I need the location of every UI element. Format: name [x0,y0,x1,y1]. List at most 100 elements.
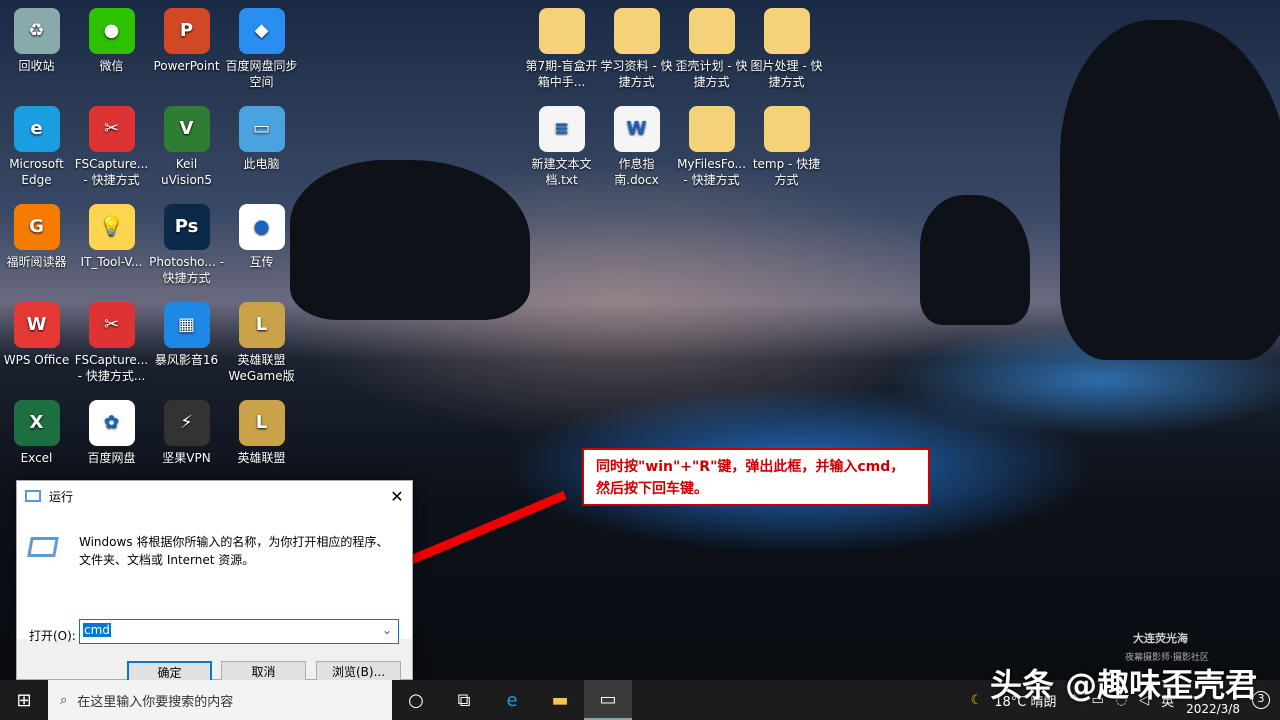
cortana-button[interactable]: ○ [392,680,440,720]
desktop-icon[interactable]: ⚡ 坚果VPN [149,398,224,466]
desktop-icon[interactable]: ✂ FSCapture... - 快捷方式 [74,104,149,188]
start-button[interactable]: ⊞ [0,680,48,720]
open-label: 打开(O): [29,627,76,644]
open-input[interactable]: cmd⌄ [79,619,399,644]
desktop-icon-label: 坚果VPN [149,450,224,466]
app-icon: ✂ [89,302,135,348]
desktop-icon-label: 图片处理 - 快捷方式 [749,58,824,90]
close-button[interactable]: ✕ [382,487,412,506]
search-icon: ⌕ [60,693,67,708]
desktop-icon-label: Keil uVision5 [149,156,224,188]
desktop-icon-label: 暴风影音16 [149,352,224,368]
desktop-icon[interactable]: ◆ 百度网盘同步空间 [224,6,299,90]
dialog-description: Windows 将根据你所输入的名称，为你打开相应的程序、文件夹、文档或 Int… [79,533,389,569]
app-icon [614,8,660,54]
desktop-icon[interactable]: X Excel [0,398,74,466]
desktop-icon[interactable]: L英雄联盟WeGame版 [224,300,299,384]
desktop-icon-label: 微信 [74,58,149,74]
app-icon: G [14,204,60,250]
desktop-icon-label: 作息指南.docx [599,156,674,188]
desktop-icon-label: Photosho... - 快捷方式 [149,254,224,286]
app-icon [539,8,585,54]
app-icon: ▦ [164,302,210,348]
app-icon: W [14,302,60,348]
desktop-icon-label: 回收站 [0,58,74,74]
app-icon: ✿ [89,400,135,446]
desktop-icon[interactable]: 图片处理 - 快捷方式 [749,6,824,90]
app-icon: 💡 [89,204,135,250]
app-icon: V [164,106,210,152]
desktop-icon-label: FSCapture... - 快捷方式 [74,156,149,188]
app-icon: X [14,400,60,446]
desktop-icon-label: 歪壳计划 - 快捷方式 [674,58,749,90]
chevron-down-icon[interactable]: ⌄ [382,623,392,637]
desktop-icon[interactable]: ● 互传 [224,202,299,270]
app-icon [689,8,735,54]
desktop-icon-label: temp - 快捷方式 [749,156,824,188]
wallpaper-caption: 大连荧光海 [1133,630,1188,646]
app-icon: ≡ [539,106,585,152]
desktop-icon[interactable]: G 福昕阅读器 [0,202,74,270]
edge-taskbar-icon[interactable]: e [488,680,536,720]
app-icon: ♻ [14,8,60,54]
desktop-icon[interactable]: 💡 IT_Tool-V... [74,202,149,270]
desktop-icon[interactable]: ✂ FSCapture... - 快捷方式... [74,300,149,384]
wallpaper-cliff [1060,20,1280,360]
desktop-icon[interactable]: W 作息指南.docx [599,104,674,188]
desktop-icon[interactable]: L英雄联盟 [224,398,299,466]
desktop-icon-label: 新建文本文档.txt [524,156,599,188]
app-icon: P [164,8,210,54]
run-icon [25,490,41,502]
wallpaper-seastack [920,195,1030,325]
app-icon: W [614,106,660,152]
desktop-icon-label: FSCapture... - 快捷方式... [74,352,149,384]
moon-icon: ☾ [971,693,983,708]
desktop-icon[interactable]: V Keil uVision5 [149,104,224,188]
task-view-button[interactable]: ⧉ [440,680,488,720]
app-icon: e [14,106,60,152]
file-explorer-icon[interactable]: ▬ [536,680,584,720]
desktop-icon[interactable]: e Microsoft Edge [0,104,74,188]
app-icon [689,106,735,152]
desktop-icon-label: PowerPoint [149,58,224,74]
desktop-icon[interactable]: ▭此电脑 [224,104,299,172]
desktop-icon-label: 此电脑 [224,156,299,172]
desktop-icon-label: Excel [0,450,74,466]
app-icon: ✂ [89,106,135,152]
desktop-icon[interactable]: 歪壳计划 - 快捷方式 [674,6,749,90]
desktop-icon[interactable]: 学习资料 - 快捷方式 [599,6,674,90]
app-icon: ◆ [239,8,285,54]
desktop-icon[interactable]: ♻ 回收站 [0,6,74,74]
desktop-icon-label: 英雄联盟WeGame版 [224,352,299,384]
desktop-icon[interactable]: ≡ 新建文本文档.txt [524,104,599,188]
desktop-icon-label: Microsoft Edge [0,156,74,188]
desktop-icon-label: 第7期-盲盒开箱中手... [524,58,599,90]
desktop-icon[interactable]: ✿百度网盘 [74,398,149,466]
app-icon: ● [239,204,285,250]
instruction-callout: 同时按"win"+"R"键，弹出此框，并输入cmd，然后按下回车键。 [582,448,930,506]
desktop-icon[interactable]: temp - 快捷方式 [749,104,824,188]
desktop-icon[interactable]: 第7期-盲盒开箱中手... [524,6,599,90]
app-icon: Ps [164,204,210,250]
desktop-icon[interactable]: W WPS Office [0,300,74,368]
app-icon: ⚡ [164,400,210,446]
run-dialog: 运行 ✕ Windows 将根据你所输入的名称，为你打开相应的程序、文件夹、文档或… [16,480,413,680]
dialog-title: 运行 [49,488,73,505]
search-box[interactable]: ⌕在这里输入你要搜索的内容 [48,680,392,720]
app-icon: ● [89,8,135,54]
desktop-icon[interactable]: ● 微信 [74,6,149,74]
toutiao-watermark: 头条 @趣味歪壳君 [990,660,1257,706]
desktop-icon-label: WPS Office [0,352,74,368]
desktop-icon-label: 百度网盘同步空间 [224,58,299,90]
desktop-icon[interactable]: Ps Photosho... - 快捷方式 [149,202,224,286]
desktop-icon[interactable]: ▦ 暴风影音16 [149,300,224,368]
desktop-icon-label: 互传 [224,254,299,270]
desktop-icon[interactable]: MyFilesFo... - 快捷方式 [674,104,749,188]
run-taskbar-icon[interactable]: ▭ [584,680,632,720]
desktop-icon-label: 英雄联盟 [224,450,299,466]
app-icon [764,106,810,152]
desktop-icon-label: IT_Tool-V... [74,254,149,270]
desktop-icon-label: 福昕阅读器 [0,254,74,270]
wallpaper-rock [290,160,530,320]
desktop-icon[interactable]: P PowerPoint [149,6,224,74]
